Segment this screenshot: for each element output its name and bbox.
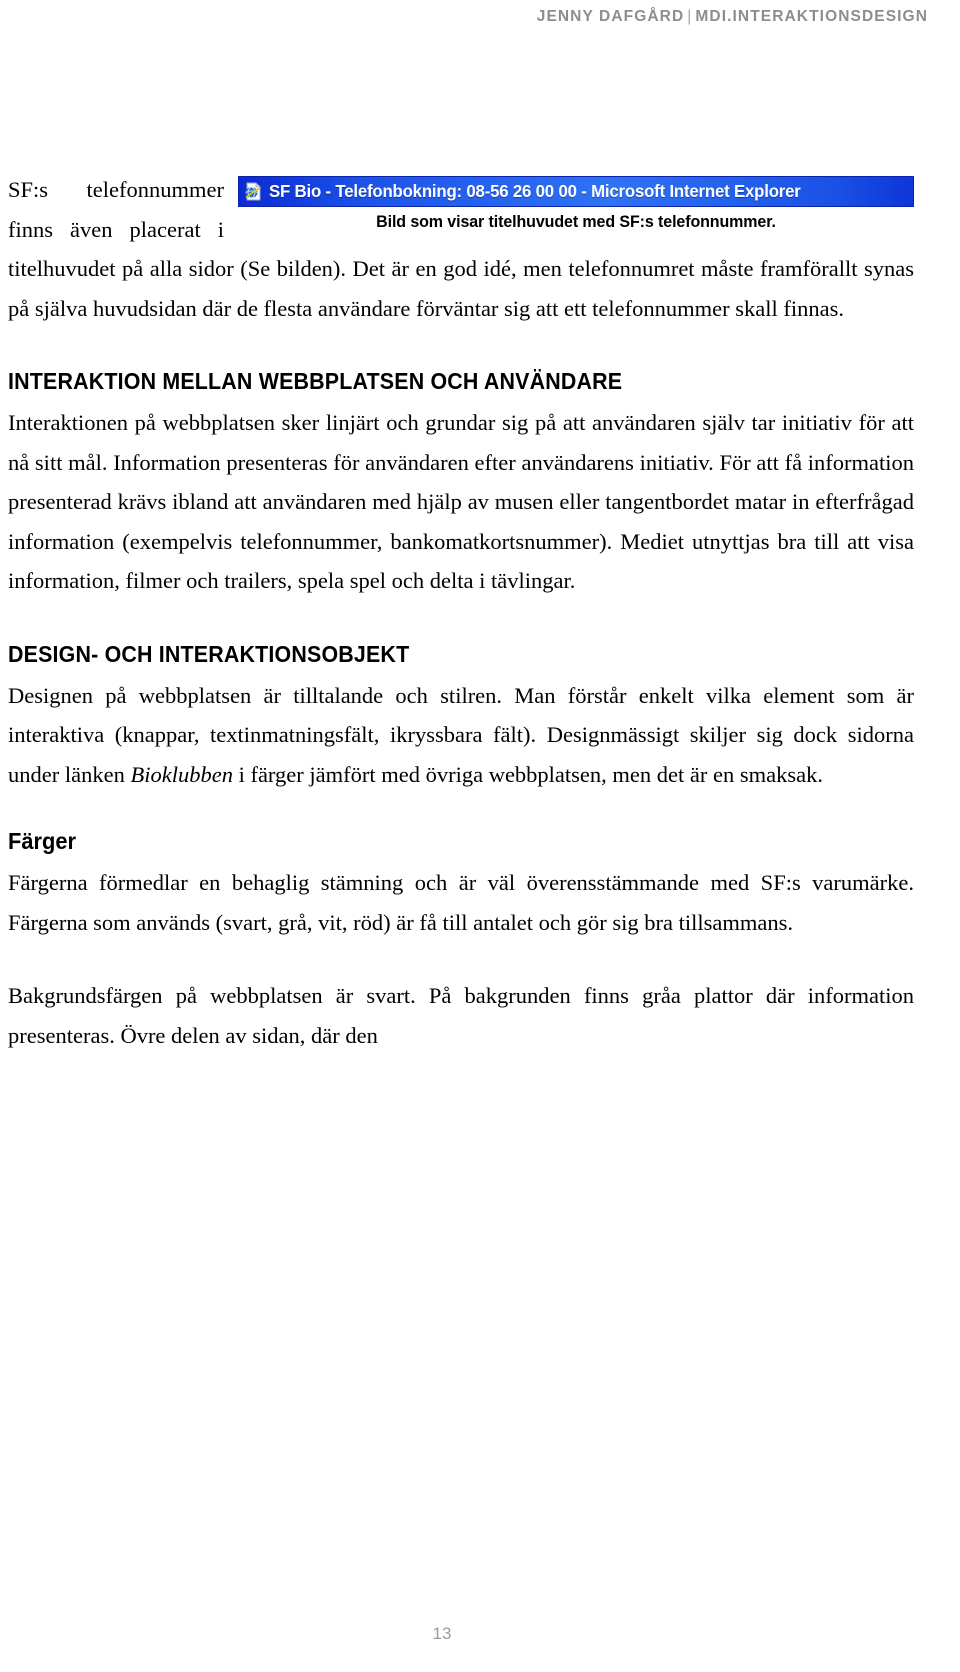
design-text-part2: i färger jämfört med övriga webbplatsen,…: [232, 761, 823, 787]
heading-interaktion-mellan-webbplatsen-och-anvandare: INTERAKTION MELLAN WEBBPLATSEN OCH ANVÄN…: [8, 368, 623, 394]
ie-window-titlebar: SF Bio - Telefonbokning: 08-56 26 00 00 …: [238, 176, 914, 207]
page-content: SF Bio - Telefonbokning: 08-56 26 00 00 …: [8, 170, 914, 1055]
ie-window-title: SF Bio - Telefonbokning: 08-56 26 00 00 …: [269, 181, 801, 201]
figure-caption: Bild som visar titelhuvudet med SF:s tel…: [376, 213, 776, 231]
internet-explorer-icon: [244, 182, 263, 201]
paragraph-design-objekt: Designen på webbplatsen är tilltalande o…: [8, 676, 914, 795]
page-number: 13: [432, 1624, 452, 1643]
figure-ie-titlebar: SF Bio - Telefonbokning: 08-56 26 00 00 …: [238, 176, 914, 232]
paragraph-interaktion: Interaktionen på webbplatsen sker linjär…: [8, 410, 914, 593]
paragraph-farger-2: Bakgrundsfärgen på webbplatsen är svart.…: [8, 983, 914, 1048]
subheading-farger: Färger: [8, 828, 77, 854]
heading-design-och-interaktionsobjekt: DESIGN- OCH INTERAKTIONSOBJEKT: [8, 640, 410, 667]
header-course: MDI.INTERAKTIONSDESIGN: [695, 8, 928, 25]
link-name-bioklubben: Bioklubben: [130, 761, 233, 787]
paragraph-farger-1: Färgerna förmedlar en behaglig stämning …: [8, 870, 914, 935]
header-separator: |: [687, 8, 693, 25]
running-header: JENNY DAFGÅRD | MDI.INTERAKTIONSDESIGN: [0, 8, 928, 26]
header-author: JENNY DAFGÅRD: [536, 8, 685, 25]
